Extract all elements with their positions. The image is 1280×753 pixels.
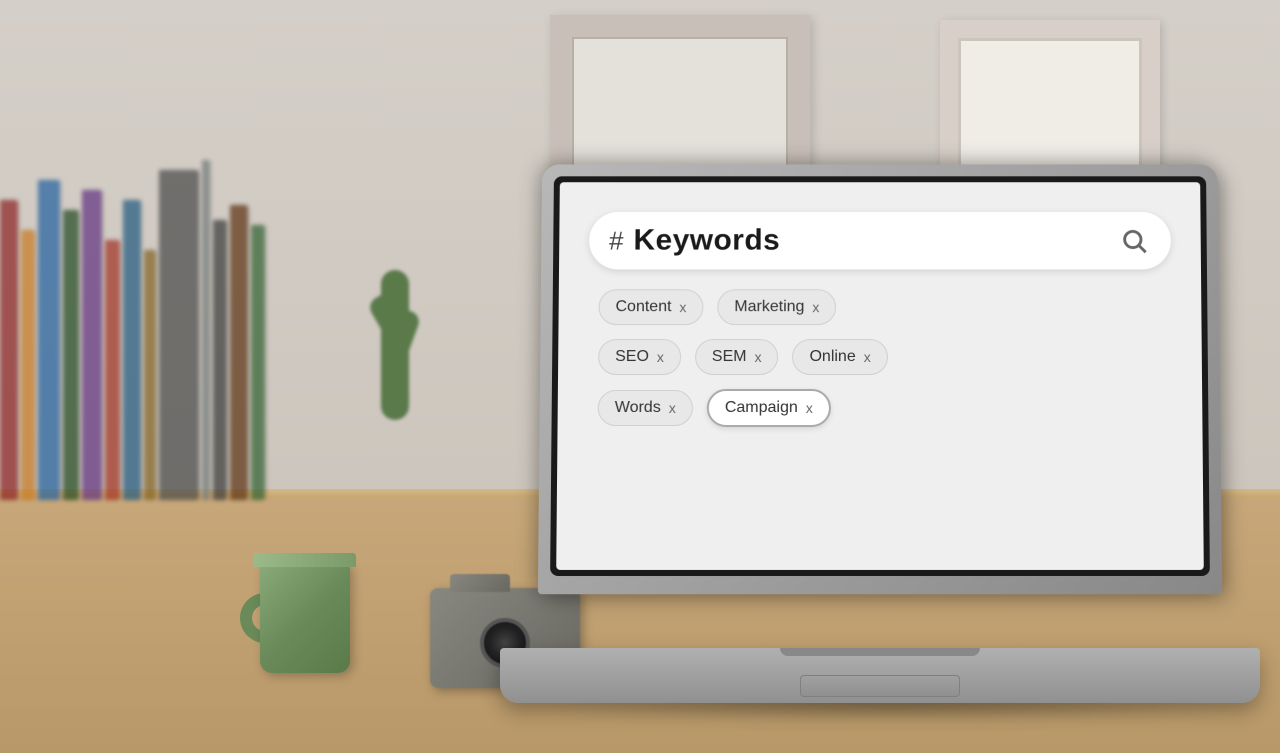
book [0, 200, 18, 500]
tag-seo-label: SEO [615, 348, 649, 366]
book [21, 230, 35, 500]
tag-marketing-label: Marketing [734, 298, 804, 316]
tag-content-label: Content [615, 298, 671, 316]
tag-words-label: Words [615, 399, 661, 417]
laptop: # Keywords [500, 163, 1260, 703]
book [251, 225, 265, 500]
tags-area: Content x Marketing x [588, 289, 1173, 427]
book [144, 250, 156, 500]
scene: # Keywords [0, 0, 1280, 753]
laptop-screen-display: # Keywords [556, 182, 1204, 570]
search-icon [1120, 227, 1148, 255]
tag-sem-label: SEM [712, 348, 747, 366]
mug-body [260, 563, 350, 673]
book [202, 160, 210, 500]
tag-online-remove[interactable]: x [864, 349, 871, 365]
search-icon-button[interactable] [1117, 224, 1151, 258]
laptop-screen-outer: # Keywords [538, 164, 1222, 594]
tag-marketing-remove[interactable]: x [812, 299, 819, 315]
tag-words-remove[interactable]: x [669, 400, 676, 416]
tag-campaign-label: Campaign [725, 399, 798, 417]
hash-symbol: # [609, 228, 624, 254]
laptop-screen-bezel: # Keywords [550, 176, 1210, 576]
search-input[interactable]: Keywords [633, 224, 1107, 258]
search-bar[interactable]: # Keywords [589, 212, 1171, 270]
tag-words[interactable]: Words x [598, 390, 693, 426]
book [82, 190, 102, 500]
tags-row-1: Content x Marketing x [598, 289, 1161, 325]
tag-online[interactable]: Online x [792, 339, 887, 375]
book [213, 220, 227, 500]
tag-sem-remove[interactable]: x [755, 349, 762, 365]
book [38, 180, 60, 500]
tag-sem[interactable]: SEM x [695, 339, 779, 375]
screen-content: # Keywords [556, 182, 1204, 570]
laptop-base [500, 648, 1260, 703]
tags-row-2: SEO x SEM x Online x [598, 339, 1162, 375]
book [230, 205, 248, 500]
book [63, 210, 79, 500]
tag-seo[interactable]: SEO x [598, 339, 681, 375]
tag-marketing[interactable]: Marketing x [717, 289, 836, 325]
tag-campaign[interactable]: Campaign x [707, 389, 831, 427]
tag-seo-remove[interactable]: x [657, 349, 664, 365]
cactus [370, 220, 420, 420]
tag-content-remove[interactable]: x [679, 299, 686, 315]
books-container [0, 80, 300, 500]
tag-campaign-remove[interactable]: x [806, 400, 813, 416]
tags-row-3: Words x Campaign x [598, 389, 1163, 427]
book [159, 170, 199, 500]
mug [240, 513, 370, 673]
tag-online-label: Online [809, 348, 855, 366]
tag-content[interactable]: Content x [598, 289, 703, 325]
book [105, 240, 120, 500]
mug-rim [254, 553, 356, 567]
laptop-touchpad[interactable] [800, 675, 960, 697]
book [123, 200, 141, 500]
